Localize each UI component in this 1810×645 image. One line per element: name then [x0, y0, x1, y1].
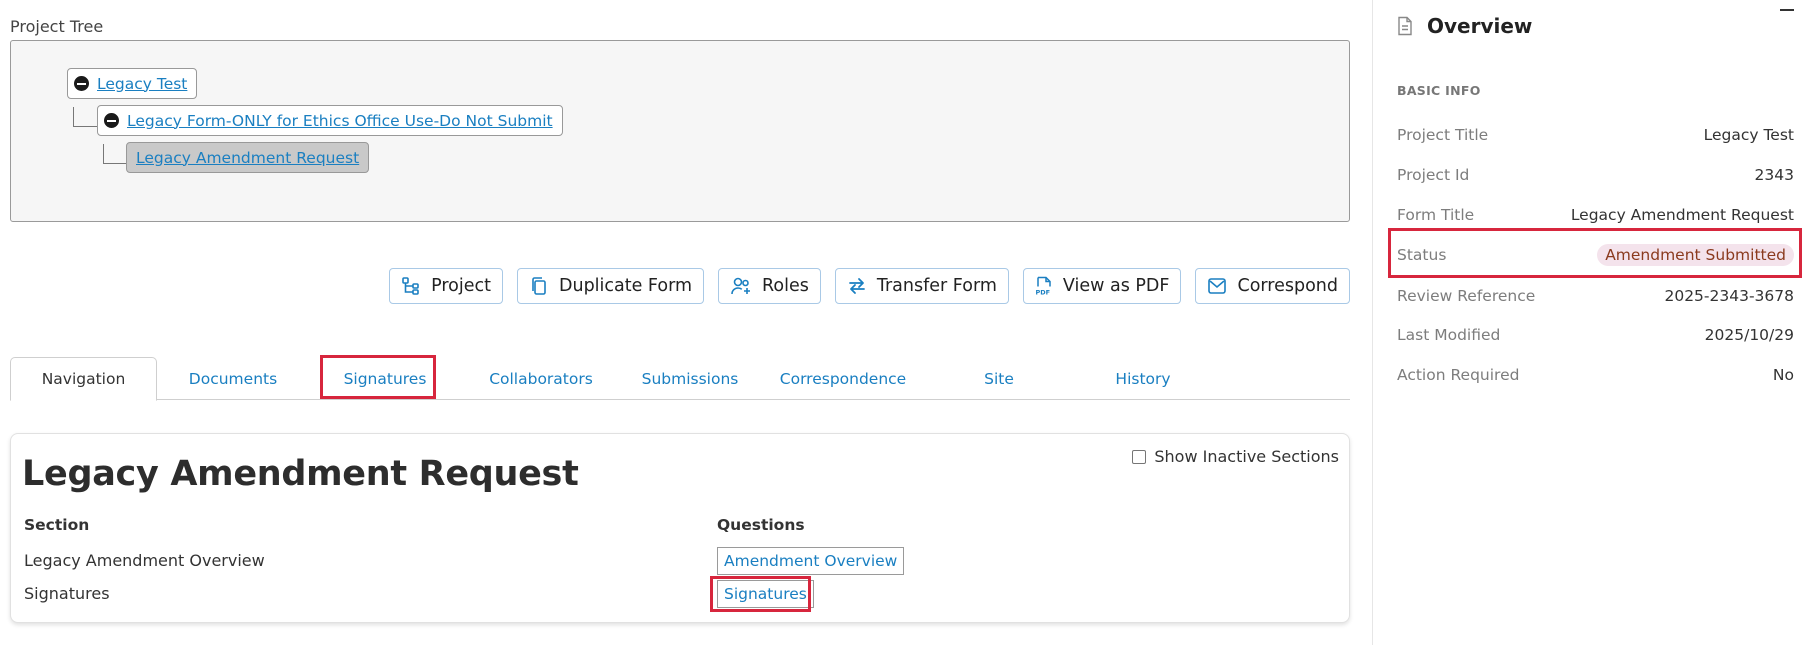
- duplicate-form-button-label: Duplicate Form: [559, 276, 693, 296]
- overview-panel: Overview BASIC INFO Project Title Legacy…: [1372, 0, 1810, 645]
- tree-node-form: Legacy Form-ONLY for Ethics Office Use-D…: [97, 105, 563, 136]
- overview-title: Overview: [1427, 14, 1533, 38]
- info-row-project-id: Project Id 2343: [1397, 163, 1794, 187]
- tab-submissions[interactable]: Submissions: [622, 357, 758, 400]
- tab-site[interactable]: Site: [934, 357, 1064, 400]
- transfer-form-button[interactable]: Transfer Form: [834, 268, 1009, 304]
- info-row-review-reference: Review Reference 2025-2343-3678: [1397, 284, 1794, 308]
- correspond-button[interactable]: Correspond: [1195, 268, 1350, 304]
- transfer-form-button-label: Transfer Form: [876, 276, 997, 296]
- info-key: Review Reference: [1397, 287, 1536, 305]
- main-content: Project Tree Legacy Test Legacy Form-ONL…: [0, 0, 1372, 645]
- info-value: Legacy Test: [1703, 126, 1794, 144]
- project-tree-icon: [402, 277, 419, 295]
- show-inactive-toggle[interactable]: Show Inactive Sections: [1132, 447, 1339, 466]
- action-toolbar: Project Duplicate Form Roles Transfer Fo…: [389, 268, 1350, 304]
- tree-node-amendment: Legacy Amendment Request: [126, 142, 370, 173]
- info-value: 2343: [1754, 166, 1794, 184]
- info-key: Form Title: [1397, 206, 1475, 224]
- svg-text:PDF: PDF: [1035, 289, 1050, 297]
- roles-button-label: Roles: [762, 276, 809, 296]
- info-key: Last Modified: [1397, 326, 1501, 344]
- status-badge: Amendment Submitted: [1597, 244, 1794, 266]
- tab-signatures[interactable]: Signatures: [326, 357, 444, 400]
- tree-node-project: Legacy Test: [67, 68, 198, 99]
- info-value: 2025/10/29: [1704, 326, 1794, 344]
- tree-link-project[interactable]: Legacy Test: [97, 75, 187, 93]
- form-navigation-card: Show Inactive Sections Legacy Amendment …: [10, 433, 1350, 623]
- basic-info-label: BASIC INFO: [1397, 83, 1481, 98]
- tab-collaborators[interactable]: Collaborators: [468, 357, 614, 400]
- info-value: Legacy Amendment Request: [1570, 206, 1794, 224]
- project-button[interactable]: Project: [389, 268, 503, 304]
- info-key: Project Id: [1397, 166, 1470, 184]
- tree-connector: [103, 144, 127, 164]
- collapse-minus-icon[interactable]: [104, 113, 119, 128]
- info-key: Project Title: [1397, 126, 1489, 144]
- question-link-button[interactable]: Signatures: [717, 580, 814, 608]
- info-row-form-title: Form Title Legacy Amendment Request: [1397, 203, 1794, 227]
- tree-connector: [73, 107, 98, 127]
- tab-navigation[interactable]: Navigation: [10, 357, 157, 401]
- duplicate-form-button[interactable]: Duplicate Form: [517, 268, 705, 304]
- view-as-pdf-button[interactable]: PDF View as PDF: [1022, 268, 1182, 304]
- collapse-minus-icon[interactable]: [74, 76, 89, 91]
- form-title: Legacy Amendment Request: [22, 454, 579, 494]
- roles-button[interactable]: Roles: [718, 268, 821, 304]
- info-key: Action Required: [1397, 366, 1520, 384]
- users-icon: [731, 277, 751, 295]
- info-row-project-title: Project Title Legacy Test: [1397, 123, 1794, 147]
- pdf-icon: PDF: [1035, 276, 1051, 297]
- project-tree: Legacy Test Legacy Form-ONLY for Ethics …: [10, 40, 1350, 222]
- info-value: No: [1772, 366, 1794, 384]
- tab-documents[interactable]: Documents: [168, 357, 298, 400]
- tab-correspondence[interactable]: Correspondence: [762, 357, 924, 400]
- info-key: Status: [1397, 246, 1447, 264]
- info-row-status: Status Amendment Submitted: [1397, 243, 1794, 267]
- info-row-action-required: Action Required No: [1397, 363, 1794, 387]
- section-cell: Legacy Amendment Overview: [24, 551, 265, 570]
- show-inactive-checkbox[interactable]: [1132, 449, 1147, 464]
- project-tree-label: Project Tree: [10, 17, 104, 36]
- question-link-button[interactable]: Amendment Overview: [717, 547, 905, 575]
- mail-icon: [1208, 278, 1227, 294]
- project-button-label: Project: [431, 276, 491, 296]
- tree-link-amendment[interactable]: Legacy Amendment Request: [136, 149, 359, 167]
- overview-header: Overview: [1397, 14, 1532, 38]
- tab-bar: Navigation Documents Signatures Collabor…: [10, 357, 1350, 401]
- correspond-button-label: Correspond: [1237, 276, 1338, 296]
- questions-column-header: Questions: [717, 516, 805, 534]
- document-icon: [1398, 16, 1412, 36]
- info-value: 2025-2343-3678: [1664, 287, 1794, 305]
- collapse-panel-icon[interactable]: [1780, 9, 1794, 11]
- tab-history[interactable]: History: [1078, 357, 1208, 400]
- section-cell: Signatures: [24, 584, 110, 603]
- view-as-pdf-button-label: View as PDF: [1062, 276, 1170, 296]
- tree-link-form[interactable]: Legacy Form-ONLY for Ethics Office Use-D…: [127, 112, 553, 130]
- duplicate-icon: [532, 277, 546, 295]
- show-inactive-label: Show Inactive Sections: [1154, 447, 1339, 466]
- section-column-header: Section: [24, 516, 90, 534]
- transfer-icon: [848, 278, 865, 294]
- info-row-last-modified: Last Modified 2025/10/29: [1397, 323, 1794, 347]
